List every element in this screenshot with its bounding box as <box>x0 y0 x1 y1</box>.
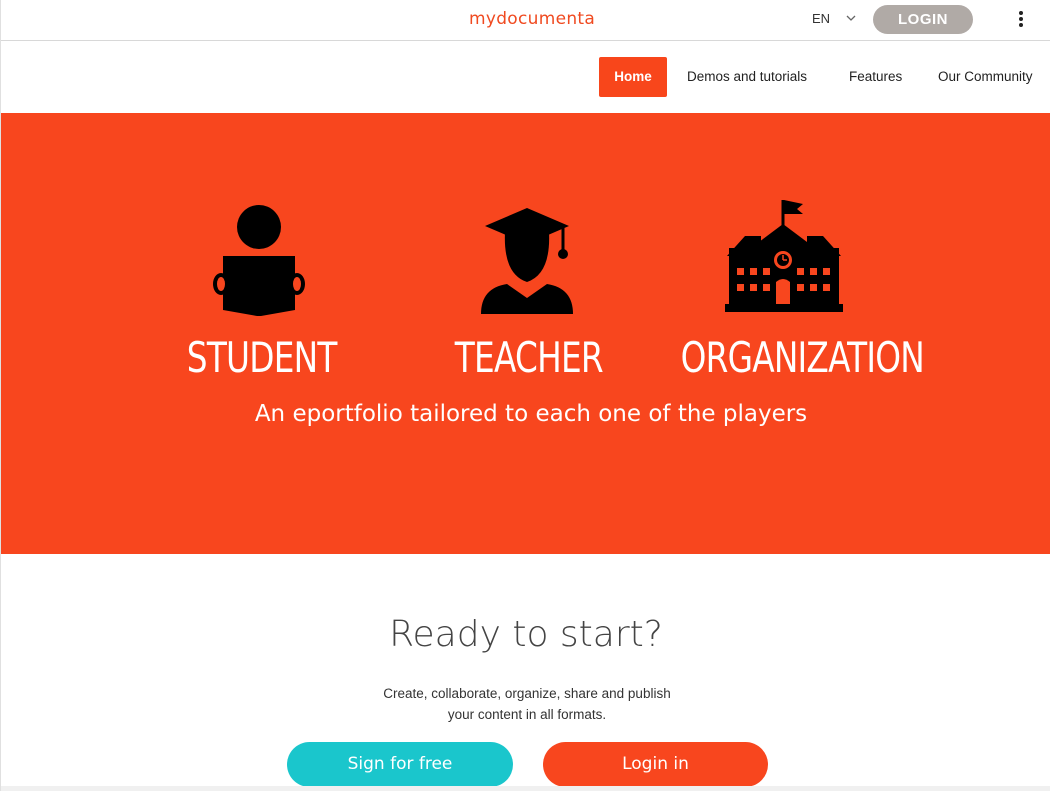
nav-item-home[interactable]: Home <box>599 57 667 97</box>
organization-label: ORGANIZATION <box>680 333 925 382</box>
bottom-edge <box>1 786 1050 791</box>
teacher-label: TEACHER <box>454 333 604 382</box>
chevron-down-icon[interactable] <box>845 12 857 24</box>
top-bar: mydocumenta EN LOGIN <box>1 0 1050 41</box>
page: mydocumenta EN LOGIN Home Demos and tuto… <box>0 0 1050 791</box>
nav-item-features[interactable]: Features <box>849 69 902 84</box>
student-reading-icon <box>213 205 305 316</box>
logo[interactable]: mydocumenta <box>469 9 595 29</box>
hero-tagline: An eportfolio tailored to each one of th… <box>254 401 808 427</box>
student-label: STUDENT <box>186 333 338 382</box>
school-building-icon <box>725 200 843 312</box>
student-block[interactable] <box>211 198 307 318</box>
nav-item-community[interactable]: Our Community <box>938 69 1033 84</box>
ready-description: Create, collaborate, organize, share and… <box>1 683 1050 725</box>
hero-banner: STUDENT TEACHER ORGANIZATION An eportfol… <box>1 113 1050 554</box>
header-login-button[interactable]: LOGIN <box>873 5 973 34</box>
more-menu-icon[interactable] <box>1016 11 1026 31</box>
sign-up-button[interactable]: Sign for free <box>287 742 513 787</box>
main-nav: Home Demos and tutorials Features Our Co… <box>1 41 1050 113</box>
ready-desc-line1: Create, collaborate, organize, share and… <box>383 686 671 701</box>
teacher-block[interactable] <box>477 198 577 318</box>
nav-item-demos[interactable]: Demos and tutorials <box>687 69 807 84</box>
login-button[interactable]: Login in <box>543 742 768 787</box>
graduate-teacher-icon <box>481 208 573 314</box>
organization-block[interactable] <box>723 198 845 318</box>
ready-title: Ready to start? <box>389 614 663 655</box>
language-selector[interactable]: EN <box>812 11 830 26</box>
ready-desc-line2: your content in all formats. <box>447 707 607 722</box>
